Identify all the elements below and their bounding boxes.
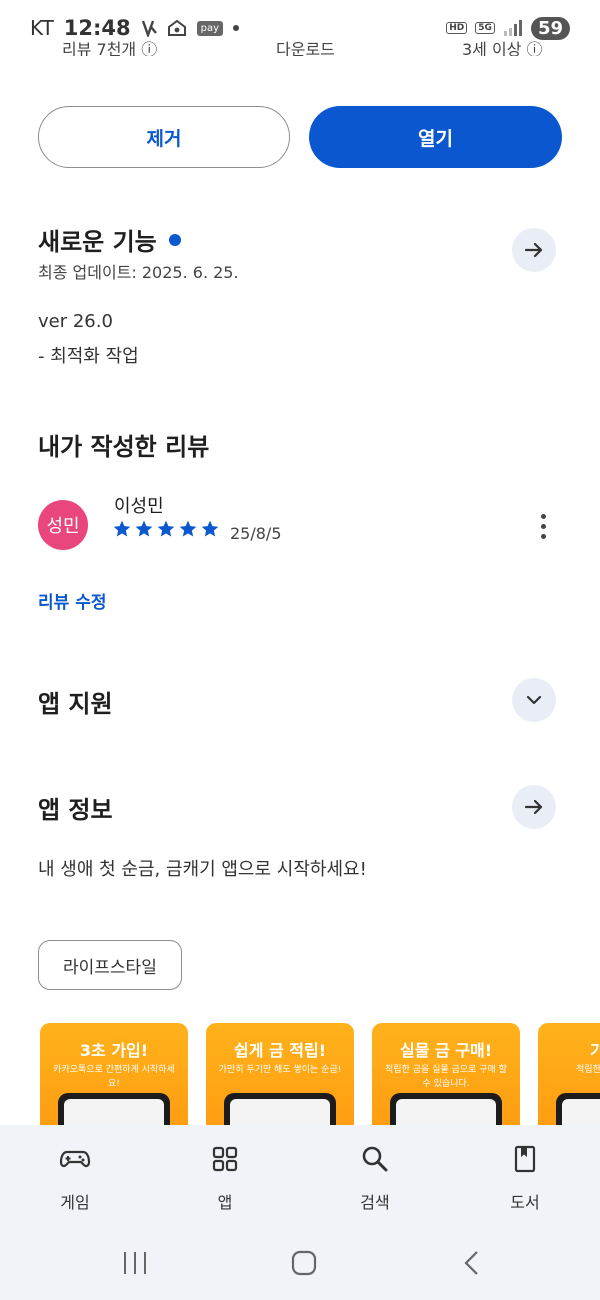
my-review-title: 내가 작성한 리뷰: [38, 433, 210, 461]
avatar: 성민: [38, 500, 88, 550]
system-navigation-bar: [0, 1225, 600, 1300]
back-chevron-icon: [464, 1251, 478, 1275]
more-options-button[interactable]: [530, 510, 556, 542]
search-icon: [362, 1146, 388, 1172]
more-vert-icon: [540, 513, 546, 519]
downloads-stat: 다운로드: [276, 40, 335, 56]
nav-item-search[interactable]: 검색: [320, 1143, 430, 1213]
notification-dot-icon: [233, 25, 240, 31]
open-button[interactable]: 열기: [309, 106, 562, 168]
whats-new-title: 새로운 기능: [38, 228, 157, 256]
star-icon: [157, 520, 175, 537]
phone-mockup: [224, 1093, 336, 1125]
nav-item-books[interactable]: 도서: [470, 1143, 580, 1213]
screenshot-title: 쉽게 금 적립!: [233, 1041, 327, 1060]
review-count-stat[interactable]: 리뷰 7천개 ⓘ: [62, 36, 157, 56]
star-rating: [112, 519, 220, 539]
star-icon: [201, 520, 219, 537]
hd-voice-badge: HD: [446, 22, 468, 34]
star-icon: [113, 520, 131, 537]
app-stats-row: 리뷰 7천개 ⓘ 다운로드 3세 이상 ⓘ: [0, 34, 600, 56]
reviewer-name: 이성민: [114, 496, 164, 517]
phone-mockup: [390, 1093, 502, 1125]
book-icon: [514, 1145, 536, 1173]
home-icon: [291, 1250, 317, 1276]
recents-icon: [124, 1252, 146, 1274]
screenshot-card[interactable]: 쉽게 금 적립! 가만히 두기만 해도 쌓이는 순금!: [206, 1023, 354, 1125]
network-badge: 5G: [475, 22, 495, 34]
new-indicator-dot: [168, 234, 181, 246]
app-description: 내 생애 첫 순금, 금캐기 앱으로 시작하세요!: [38, 859, 367, 880]
arrow-right-icon: [524, 242, 543, 258]
nav-label-games: 게임: [60, 1193, 90, 1212]
app-support-expand-button[interactable]: [512, 678, 556, 722]
release-notes-text: - 최적화 작업: [38, 346, 139, 367]
bottom-navigation: 게임 앱 검색 도서: [0, 1125, 600, 1225]
nav-label-books: 도서: [510, 1193, 540, 1212]
nav-item-games[interactable]: 게임: [20, 1143, 130, 1213]
app-info-arrow-button[interactable]: [512, 785, 556, 829]
screenshot-title: 기프티: [589, 1041, 600, 1060]
screenshot-card[interactable]: 기프티적립한 금 기프티콘: [538, 1023, 600, 1125]
nav-label-search: 검색: [360, 1193, 390, 1212]
chevron-down-icon: [526, 695, 542, 705]
last-updated-text: 최종 업데이트: 2025. 6. 25.: [38, 263, 239, 282]
version-text: ver 26.0: [38, 311, 113, 332]
screenshot-card[interactable]: 3초 가입! 카카오톡으로 간편하게 시작하세요!: [40, 1023, 188, 1125]
phone-mockup: [556, 1093, 600, 1125]
star-icon: [135, 520, 153, 537]
screenshot-subtitle: 적립한 금을 실물 금으로 구매 할 수 있습니다.: [385, 1065, 507, 1089]
uninstall-button[interactable]: 제거: [38, 106, 290, 168]
gamepad-icon: [59, 1150, 91, 1168]
screenshot-subtitle: 적립한 금 기프티콘: [576, 1065, 600, 1075]
back-button[interactable]: [452, 1245, 492, 1281]
nav-item-apps[interactable]: 앱: [170, 1143, 280, 1213]
whats-new-header[interactable]: 새로운 기능: [38, 222, 181, 257]
age-rating-stat[interactable]: 3세 이상 ⓘ: [462, 36, 543, 56]
review-date: 25/8/5: [230, 524, 282, 543]
screenshot-carousel[interactable]: 3초 가입! 카카오톡으로 간편하게 시작하세요! 쉽게 금 적립! 가만히 두기만 …: [40, 1023, 600, 1125]
screenshot-subtitle: 가만히 두기만 해도 쌓이는 순금!: [218, 1065, 342, 1075]
screenshot-title: 3초 가입!: [79, 1041, 149, 1060]
star-icon: [179, 520, 197, 537]
apps-grid-icon: [212, 1146, 238, 1172]
category-chip[interactable]: 라이프스타일: [38, 940, 182, 990]
nav-label-apps: 앱: [217, 1193, 233, 1212]
phone-mockup: [58, 1093, 170, 1125]
app-info-title[interactable]: 앱 정보: [38, 790, 113, 825]
arrow-right-icon: [524, 799, 543, 815]
screenshot-title: 실물 금 구매!: [399, 1041, 493, 1060]
screenshot-subtitle: 카카오톡으로 간편하게 시작하세요!: [53, 1065, 175, 1089]
screenshot-card[interactable]: 실물 금 구매! 적립한 금을 실물 금으로 구매 할 수 있습니다.: [372, 1023, 520, 1125]
whats-new-arrow-button[interactable]: [512, 228, 556, 272]
home-button[interactable]: [284, 1245, 324, 1281]
edit-review-link[interactable]: 리뷰 수정: [38, 588, 106, 613]
app-support-title[interactable]: 앱 지원: [38, 684, 113, 719]
recents-button[interactable]: [115, 1245, 155, 1281]
